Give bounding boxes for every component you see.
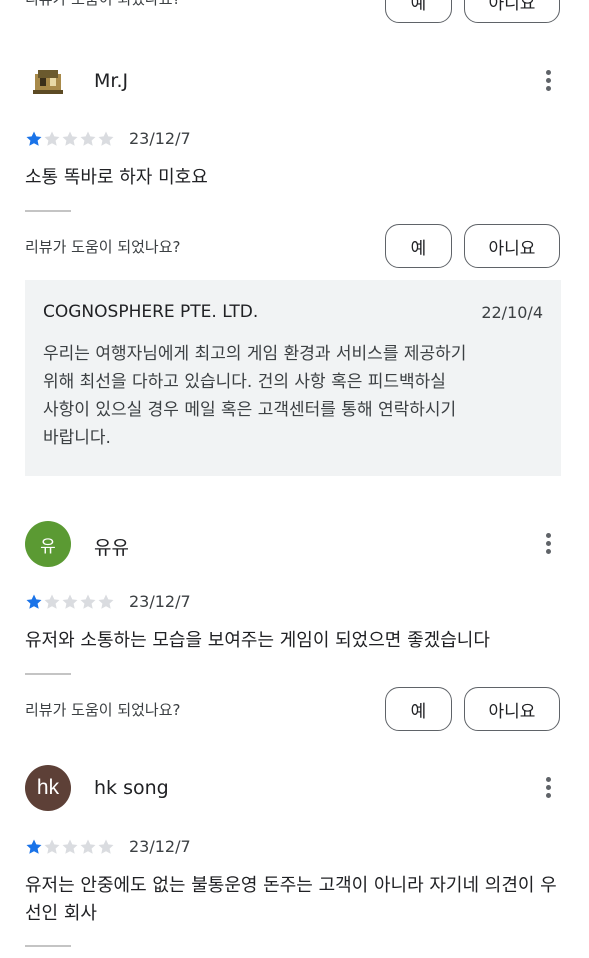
developer-name: COGNOSPHERE PTE. LTD. [43,302,259,322]
review-date: 23/12/7 [129,129,191,148]
star-empty-icon [80,131,96,146]
star-rating [25,130,115,148]
review-text: 유저와 소통하는 모습을 보여주는 게임이 되었으면 좋겠습니다 [25,630,490,651]
helpful-yes-button[interactable]: 예 [385,224,452,268]
divider [25,945,71,947]
divider [25,673,71,675]
star-empty-icon [62,594,78,609]
review-date: 23/12/7 [129,592,191,611]
star-empty-icon [80,839,96,854]
divider [25,210,71,212]
review-text: 소통 똑바로 하자 미호요 [25,167,208,188]
avatar: 유 [25,521,71,567]
helpful-question: 리뷰가 도움이 되었나요? [25,238,181,256]
character-avatar-image [33,70,63,94]
more-options-icon[interactable] [540,69,558,93]
developer-reply-date: 22/10/4 [481,303,543,322]
star-filled-icon [26,594,42,609]
helpful-no-button[interactable]: 아니요 [464,687,560,731]
star-empty-icon [98,131,114,146]
star-empty-icon [80,594,96,609]
helpful-question-0: 리뷰가 도움이 되었나요? [25,0,181,9]
star-rating [25,838,115,856]
avatar-initial: hk [36,776,60,799]
star-filled-icon [26,839,42,854]
avatar [25,58,71,104]
helpful-yes-button-0[interactable]: 예 [385,0,452,23]
review-text: 유저는 안중에도 없는 불통운영 돈주는 고객이 아니라 자기네 의견이 우선인… [25,875,557,924]
star-empty-icon [62,839,78,854]
avatar-initial: 유 [40,536,56,557]
star-rating [25,593,115,611]
star-empty-icon [44,131,60,146]
review-date: 23/12/7 [129,837,191,856]
star-empty-icon [44,839,60,854]
star-filled-icon [26,131,42,146]
helpful-yes-button[interactable]: 예 [385,687,452,731]
star-empty-icon [44,594,60,609]
more-options-icon[interactable] [540,532,558,556]
helpful-no-button-0[interactable]: 아니요 [464,0,560,23]
helpful-question: 리뷰가 도움이 되었나요? [25,701,181,719]
reviewer-name: hk song [94,777,169,799]
reviewer-name: 유유 [94,537,129,559]
star-empty-icon [62,131,78,146]
reviewer-name: Mr.J [94,70,129,92]
helpful-no-button[interactable]: 아니요 [464,224,560,268]
more-options-icon[interactable] [540,776,558,800]
avatar: hk [25,765,71,811]
developer-reply: COGNOSPHERE PTE. LTD. 22/10/4 우리는 여행자님에게… [25,280,561,476]
developer-reply-text: 우리는 여행자님에게 최고의 게임 환경과 서비스를 제공하기 위해 최선을 다… [43,344,467,448]
star-empty-icon [98,594,114,609]
star-empty-icon [98,839,114,854]
